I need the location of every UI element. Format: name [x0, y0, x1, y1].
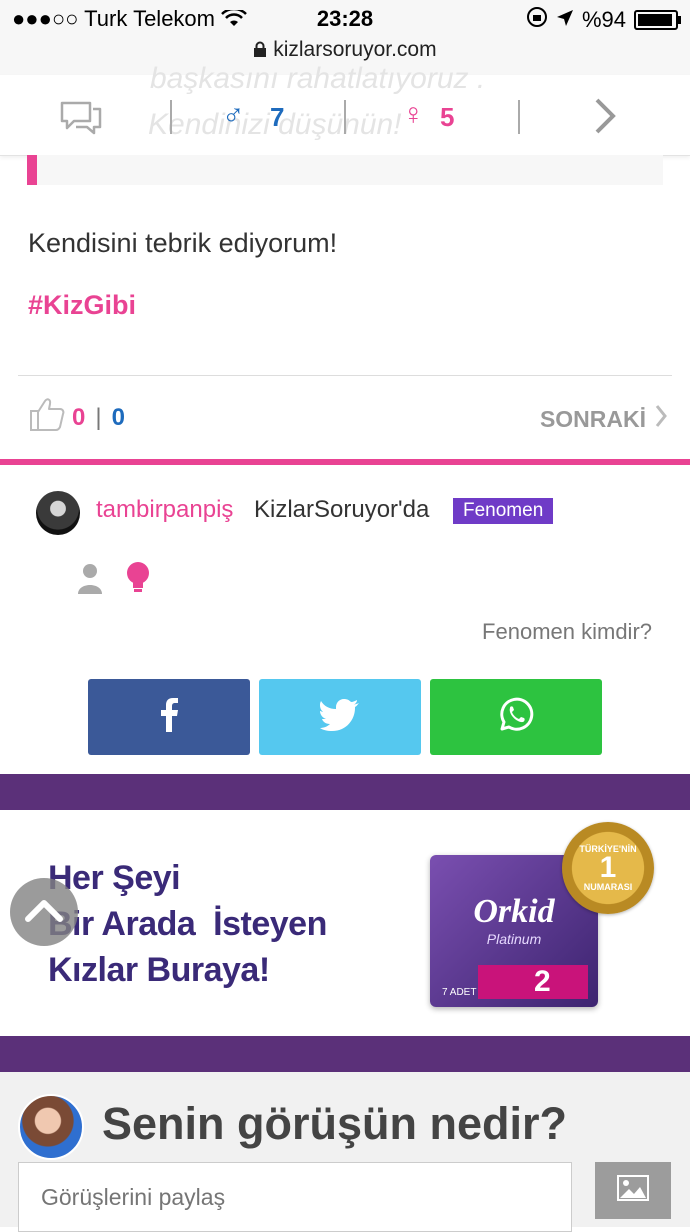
dislike-count: 0 — [111, 403, 125, 431]
section-divider — [0, 459, 690, 465]
product-label — [478, 965, 588, 999]
location-arrow-icon — [556, 7, 574, 33]
address-bar[interactable]: kizlarsoruyor.com — [0, 38, 690, 62]
whatsapp-icon — [497, 696, 535, 739]
product-count: 7 ADET — [442, 987, 477, 998]
chevron-up-icon — [24, 897, 64, 928]
battery-icon — [634, 10, 681, 30]
toolbar-divider — [344, 100, 346, 134]
toolbar-divider — [170, 100, 172, 134]
post-text: Kendisini tebrik ediyorum! — [28, 228, 338, 258]
url-text: kizlarsoruyor.com — [273, 38, 437, 61]
seal-bottom-text: NUMARASI — [583, 882, 633, 892]
divider — [18, 375, 672, 376]
number-one-seal: TÜRKİYE'NİN 1 NUMARASI — [562, 822, 654, 914]
quote-block — [27, 155, 663, 185]
male-icon: ♂ — [222, 98, 245, 131]
seal-number: 1 — [599, 851, 617, 884]
like-separator: | — [95, 403, 102, 431]
comments-icon[interactable] — [58, 99, 104, 142]
comment-heading: Senin görüşün nedir? — [102, 1098, 568, 1149]
battery-percent: %94 — [581, 7, 626, 32]
thumbs-up-icon[interactable] — [28, 396, 66, 439]
battery-fill — [638, 14, 672, 26]
ghost-text-line1: başkasını rahatlatıyoruz . — [150, 62, 486, 95]
quote-accent — [27, 155, 37, 185]
ad-headline: Her Şeyi Bir Arada İsteyen Kızlar Buraya… — [48, 855, 327, 993]
person-icon — [76, 562, 104, 599]
chevron-right-icon — [654, 403, 668, 435]
like-count: 0 — [72, 403, 86, 431]
female-count[interactable]: 5 — [440, 102, 454, 133]
fenomen-info-link[interactable]: Fenomen kimdir? — [482, 619, 652, 645]
image-icon — [617, 1175, 649, 1206]
twitter-share-button[interactable] — [259, 679, 421, 755]
status-right: %94 — [526, 6, 681, 34]
male-count[interactable]: 7 — [270, 102, 284, 133]
product-subbrand: Platinum — [486, 931, 542, 947]
whatsapp-share-button[interactable] — [430, 679, 602, 755]
scroll-to-top-button[interactable] — [10, 878, 78, 946]
facebook-share-button[interactable] — [88, 679, 250, 755]
twitter-icon — [320, 698, 360, 736]
toolbar-divider — [518, 100, 520, 134]
facebook-icon — [160, 697, 178, 737]
ad-line1: Her Şeyi — [48, 859, 181, 897]
next-button[interactable]: SONRAKİ — [540, 403, 668, 435]
ad-line2: Bir Arada İsteyen — [48, 905, 327, 943]
user-avatar — [18, 1094, 84, 1160]
product-size: 2 — [534, 965, 551, 998]
like-bar: 0 | 0 — [28, 396, 125, 439]
add-image-button[interactable] — [595, 1162, 671, 1219]
rotation-lock-icon — [526, 6, 548, 34]
hashtag-link[interactable]: #KizGibi — [28, 290, 136, 321]
lock-icon — [253, 38, 273, 61]
chevron-right-icon[interactable] — [592, 96, 618, 146]
author-avatar[interactable] — [36, 491, 80, 535]
author-site: KizlarSoruyor'da — [254, 496, 430, 523]
ad-line3: Kızlar Buraya! — [48, 951, 270, 989]
comment-input[interactable] — [18, 1162, 572, 1232]
next-label: SONRAKİ — [539, 405, 646, 432]
female-icon: ♀ — [402, 98, 425, 131]
lightbulb-icon — [124, 560, 152, 601]
author-username[interactable]: tambirpanpiş — [96, 496, 233, 524]
fenomen-badge[interactable]: Fenomen — [453, 498, 554, 524]
ad-border-top — [0, 774, 690, 810]
ad-border-bottom — [0, 1036, 690, 1072]
